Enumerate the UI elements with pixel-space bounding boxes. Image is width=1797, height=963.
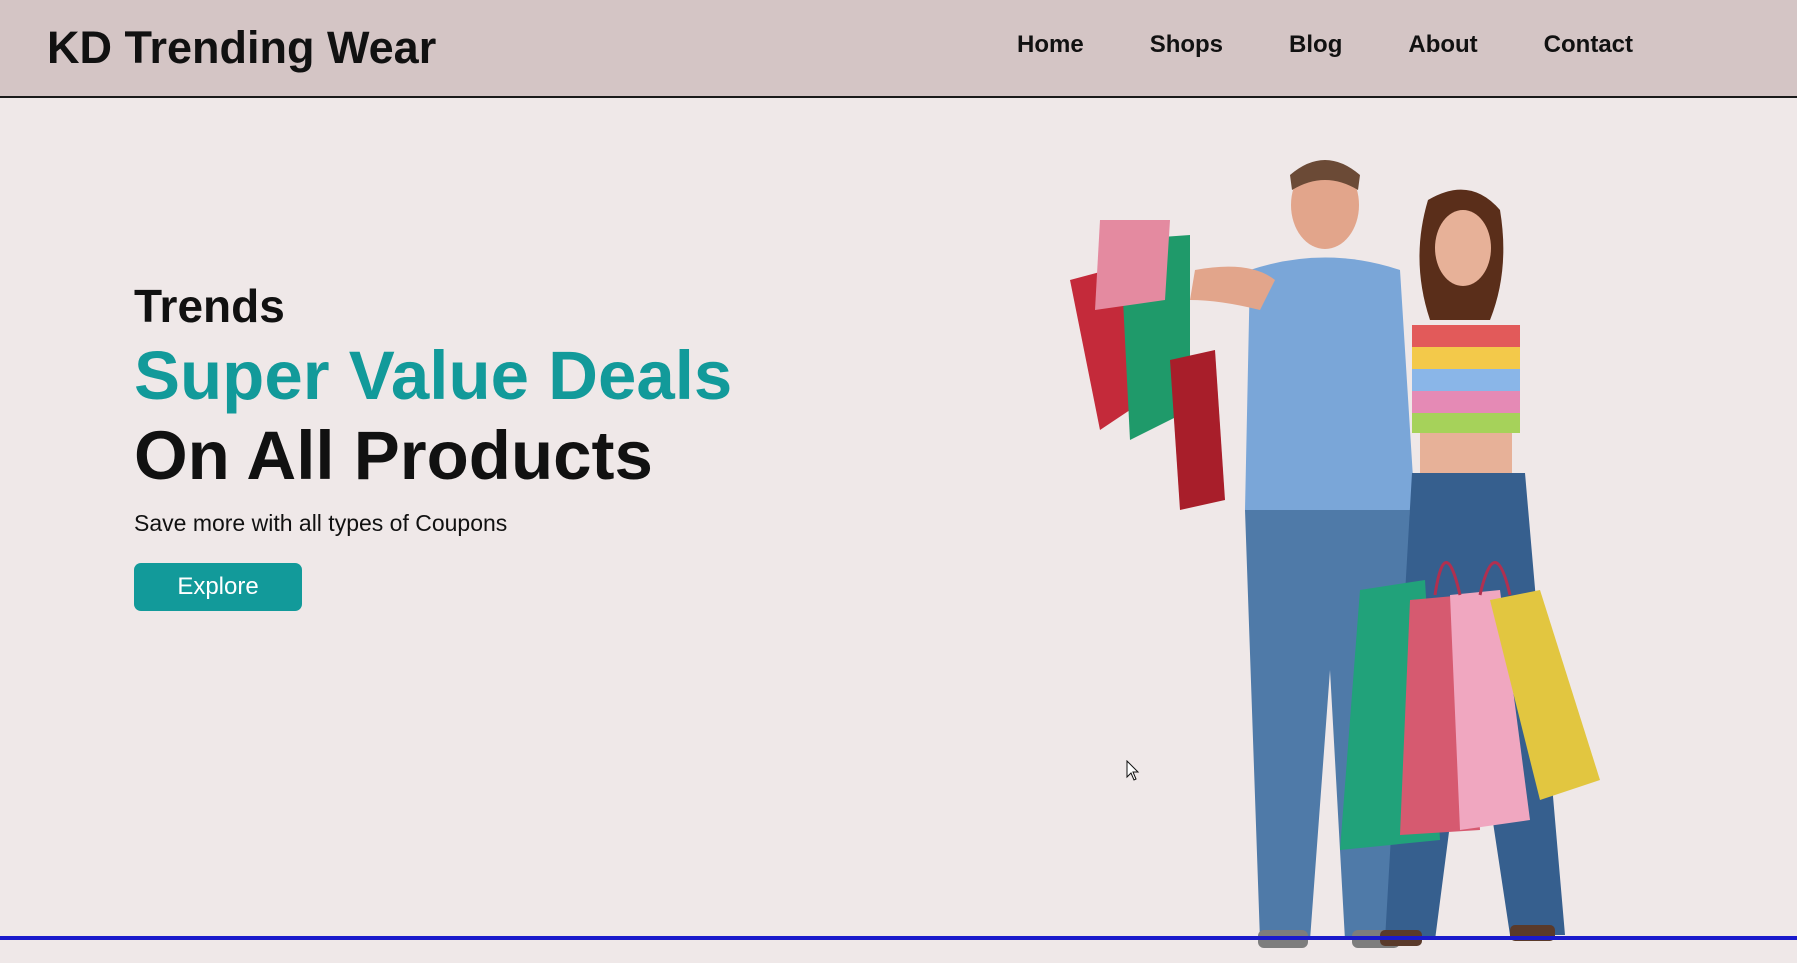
mouse-cursor-icon [1126, 760, 1140, 781]
nav-contact[interactable]: Contact [1544, 31, 1633, 59]
brand-logo-text[interactable]: KD Trending Wear [47, 22, 436, 74]
hero-subtitle: Save more with all types of Coupons [134, 510, 508, 536]
hero-headline-primary: Super Value Deals [134, 337, 733, 414]
nav-home[interactable]: Home [1017, 31, 1084, 59]
nav-about[interactable]: About [1408, 31, 1477, 59]
hero-shoppers-image [1070, 160, 1600, 948]
site-header: KD Trending Wear Home Shops Blog About C… [0, 0, 1797, 98]
front-bags-illustration [1340, 561, 1600, 850]
explore-button[interactable]: Explore [134, 563, 302, 611]
main-nav: Home Shops Blog About Contact [1017, 31, 1633, 59]
bottom-divider [0, 936, 1797, 940]
nav-blog[interactable]: Blog [1289, 31, 1342, 59]
nav-shops[interactable]: Shops [1150, 31, 1223, 59]
shoulder-bags-illustration [1070, 220, 1225, 510]
hero-eyebrow: Trends [134, 280, 285, 332]
hero-headline-secondary: On All Products [134, 417, 653, 494]
hero-section: Trends Super Value Deals On All Products… [134, 278, 732, 611]
